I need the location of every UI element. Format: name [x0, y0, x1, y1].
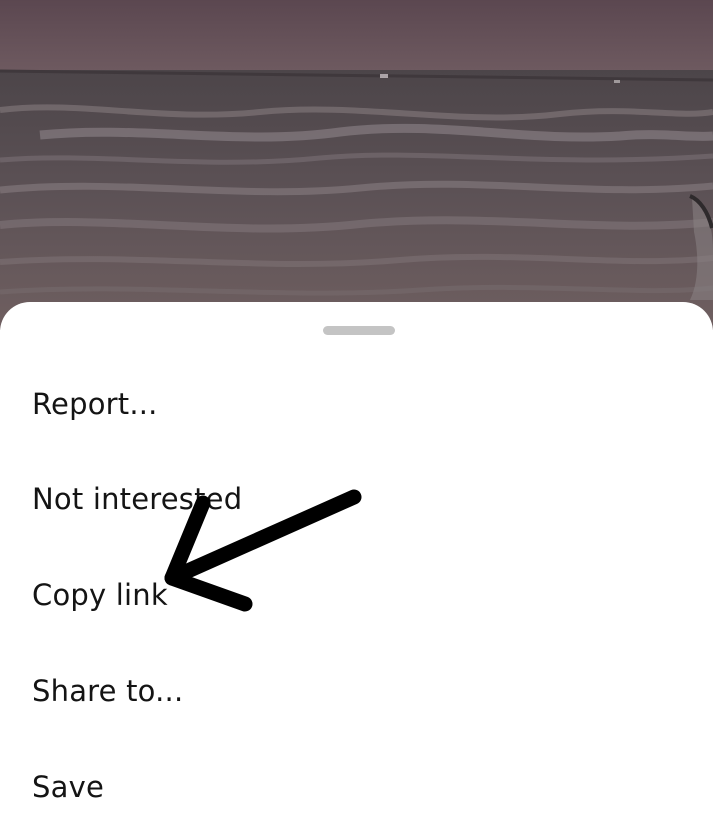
menu-item-save[interactable]: Save [0, 743, 713, 830]
menu-item-label: Not interested [32, 482, 243, 516]
menu-item-share-to[interactable]: Share to... [0, 647, 713, 735]
menu-item-label: Save [32, 770, 104, 804]
menu-item-not-interested[interactable]: Not interested [0, 455, 713, 543]
menu-item-label: Report... [32, 387, 158, 421]
menu-item-label: Copy link [32, 578, 168, 612]
menu-item-report[interactable]: Report... [0, 360, 713, 448]
menu-item-label: Share to... [32, 674, 184, 708]
background-photo [0, 0, 713, 330]
drag-handle[interactable] [323, 326, 395, 335]
bottom-sheet: Report... Not interested Copy link Share… [0, 302, 713, 830]
screen: Report... Not interested Copy link Share… [0, 0, 713, 830]
menu-item-copy-link[interactable]: Copy link [0, 551, 713, 639]
